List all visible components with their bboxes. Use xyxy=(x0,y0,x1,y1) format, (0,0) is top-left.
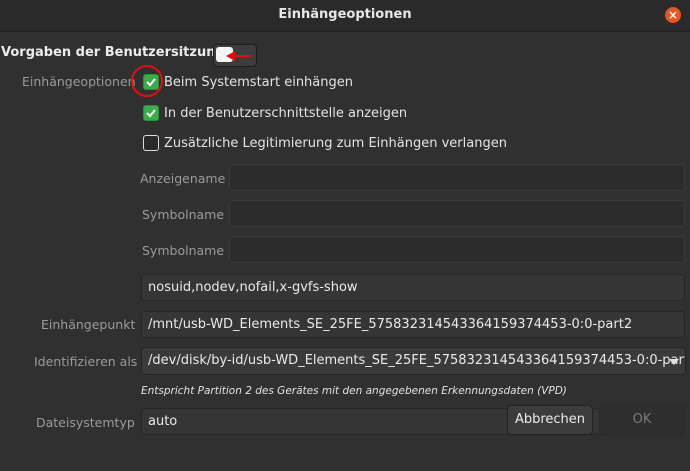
dialog-content: Vorgaben der Benutzersitzung Einhängeopt… xyxy=(0,32,690,471)
chevron-down-icon xyxy=(669,359,679,365)
identify-hint: Entspricht Partition 2 des Gerätes mit d… xyxy=(141,385,567,397)
annotation-arrow-icon xyxy=(226,51,251,61)
identify-as-dropdown[interactable]: /dev/disk/by-id/usb-WD_Elements_SE_25FE_… xyxy=(141,347,686,375)
ok-button[interactable]: OK xyxy=(599,405,685,435)
icon-name-field[interactable] xyxy=(229,200,685,227)
icon-name-label: Symbolname xyxy=(142,207,225,222)
checkbox-show-in-ui[interactable]: In der Benutzerschnittstelle anzeigen xyxy=(143,103,407,123)
mount-point-label: Einhängepunkt xyxy=(41,317,136,332)
user-session-defaults-label: Vorgaben der Benutzersitzung xyxy=(1,45,225,60)
cancel-button[interactable]: Abbrechen xyxy=(507,405,593,435)
identify-as-value: /dev/disk/by-id/usb-WD_Elements_SE_25FE_… xyxy=(148,353,686,368)
checkbox-require-auth[interactable]: Zusätzliche Legitimierung zum Einhängen … xyxy=(143,133,507,153)
checkbox-label: In der Benutzerschnittstelle anzeigen xyxy=(164,105,408,121)
display-name-field[interactable] xyxy=(229,164,685,191)
identify-as-label: Identifizieren als xyxy=(34,354,138,369)
checkbox-label: Zusätzliche Legitimierung zum Einhängen … xyxy=(164,135,507,151)
mount-options-field[interactable]: nosuid,nodev,nofail,x-gvfs-show xyxy=(141,274,685,301)
close-icon[interactable]: × xyxy=(665,7,681,23)
checkbox-label: Beim Systemstart einhängen xyxy=(164,74,353,90)
filesystem-type-label: Dateisystemtyp xyxy=(36,415,135,430)
checkbox-checked[interactable] xyxy=(143,105,159,121)
display-name-label: Anzeigename xyxy=(140,171,226,186)
symbolic-icon-name-label: Symbolname xyxy=(142,243,225,258)
mount-point-field[interactable]: /mnt/usb-WD_Elements_SE_25FE_57583231454… xyxy=(141,311,685,338)
checkbox-mount-at-startup[interactable]: Beim Systemstart einhängen xyxy=(143,72,353,92)
symbolic-icon-name-field[interactable] xyxy=(229,236,685,263)
mount-options-label: Einhängeoptionen xyxy=(22,74,136,89)
window-title: Einhängeoptionen xyxy=(278,7,412,22)
title-bar: Einhängeoptionen × xyxy=(0,0,690,32)
checkbox-unchecked[interactable] xyxy=(143,135,159,151)
annotation-circle xyxy=(131,65,163,97)
